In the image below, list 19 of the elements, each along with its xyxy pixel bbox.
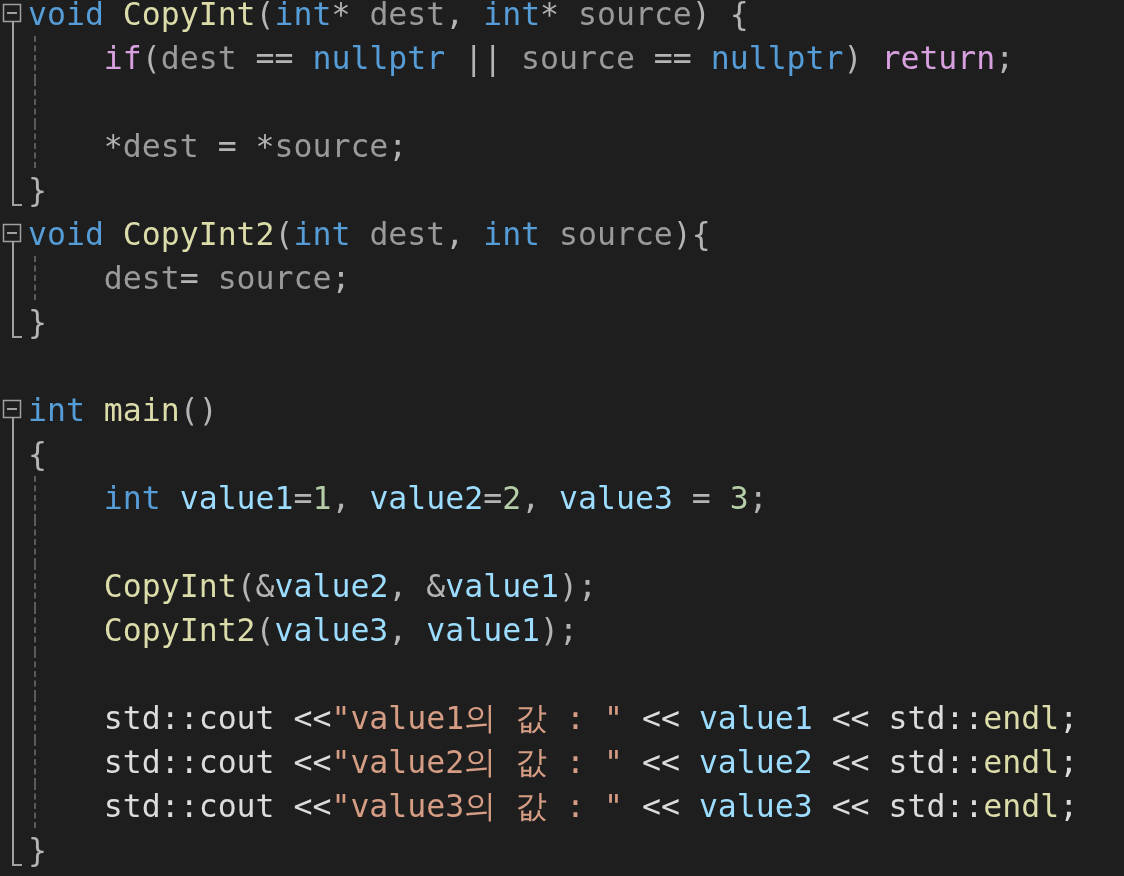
code-line: std::cout <<"value3의 값 : " << value3 << std::endl; bbox=[102, 787, 1079, 826]
code-line: *dest = *source; bbox=[102, 127, 408, 166]
code-line: void CopyInt(int* dest, int* source) { bbox=[28, 0, 749, 34]
code-line: } bbox=[28, 831, 47, 870]
code-line: if(dest == nullptr || source == nullptr) return; bbox=[102, 39, 1015, 79]
code-line: { bbox=[28, 435, 47, 474]
code-line: std::cout <<"value1의 값 : " << value1 << std::endl; bbox=[102, 699, 1079, 738]
code-line: } bbox=[28, 171, 47, 210]
code-line: void CopyInt2(int dest, int source){ bbox=[28, 215, 711, 254]
code-line: CopyInt2(value3, value1); bbox=[102, 611, 578, 650]
collapse-icon[interactable] bbox=[2, 3, 22, 23]
code-line: dest= source; bbox=[102, 259, 351, 298]
code-line: std::cout <<"value2의 값 : " << value2 << std::endl; bbox=[102, 743, 1079, 782]
collapse-icon[interactable] bbox=[2, 223, 22, 243]
code-line: int value1=1, value2=2, value3 = 3; bbox=[102, 479, 768, 518]
code-line: CopyInt(&value2, &value1); bbox=[102, 567, 597, 606]
code-line: } bbox=[28, 303, 47, 342]
code-line: int main() bbox=[28, 391, 218, 430]
collapse-icon[interactable] bbox=[2, 399, 22, 419]
